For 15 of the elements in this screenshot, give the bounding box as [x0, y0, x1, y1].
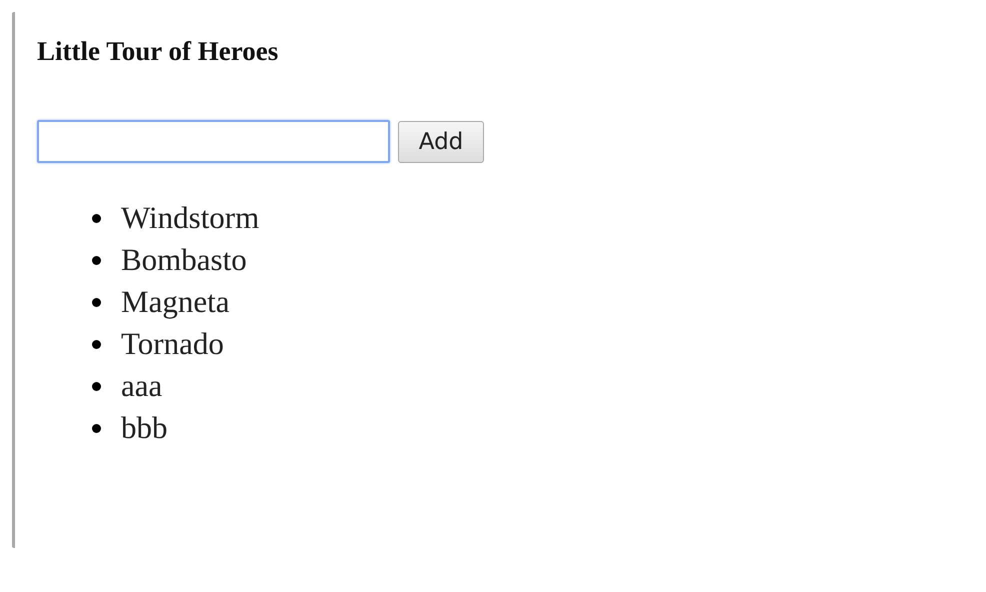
bullet-icon [92, 382, 101, 390]
bullet-icon [92, 256, 101, 264]
bullet-icon [92, 298, 101, 306]
bullet-icon [92, 214, 101, 222]
hero-name: bbb [121, 410, 168, 446]
bullet-icon [92, 340, 101, 348]
page-title: Little Tour of Heroes [37, 35, 280, 66]
hero-name: Tornado [121, 326, 224, 362]
hero-name-field[interactable] [37, 120, 390, 163]
add-button[interactable]: Add [398, 120, 484, 162]
bullet-icon [92, 424, 101, 432]
hero-name: Windstorm [121, 200, 260, 236]
hero-name: Bombasto [121, 242, 247, 278]
hero-name: aaa [121, 368, 162, 404]
hero-name: Magneta [121, 284, 230, 320]
